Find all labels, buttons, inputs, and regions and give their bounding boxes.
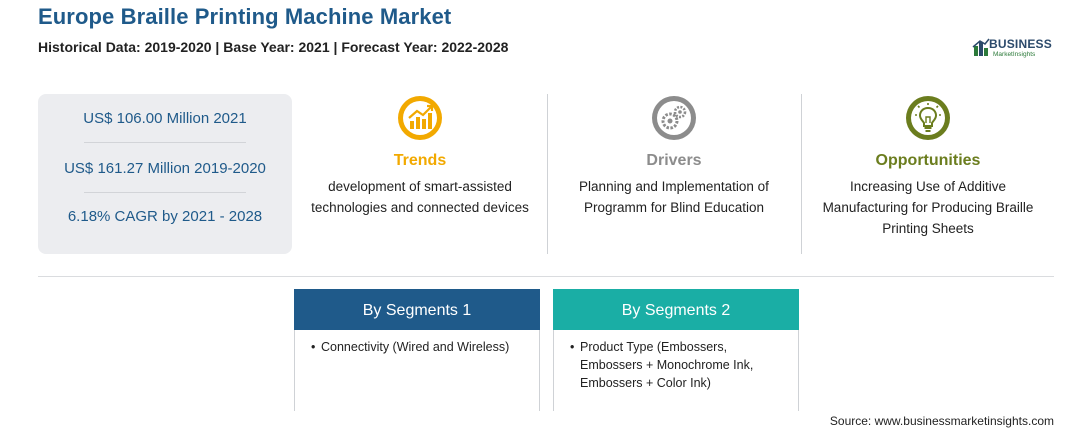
trends-heading: Trends [393, 152, 447, 169]
opportunities-heading: Opportunities [875, 152, 981, 169]
company-logo: BUSINESS MarketInsights [972, 36, 1062, 62]
segment-2-body: Product Type (Embossers, Embossers + Mon… [553, 330, 799, 411]
segment-2-title: By Segments 2 [553, 289, 799, 330]
segment-1-title: By Segments 1 [294, 289, 540, 330]
drivers-description: Planning and Implementation of Programm … [579, 179, 769, 215]
feature-trends: Trends development of smart-assisted tec… [310, 94, 530, 218]
page-subtitle: Historical Data: 2019-2020 | Base Year: … [38, 39, 509, 55]
segment-card-1: By Segments 1 Connectivity (Wired and Wi… [294, 289, 540, 411]
segment-1-body: Connectivity (Wired and Wireless) [294, 330, 540, 411]
segment-1-item: Connectivity (Wired and Wireless) [311, 338, 529, 356]
column-divider [547, 94, 548, 254]
chart-growth-icon [398, 96, 442, 140]
source-credit: Source: www.businessmarketinsights.com [829, 414, 1054, 428]
feature-drivers: Drivers Planning and Implementation of P… [564, 94, 784, 218]
stat-cagr: 6.18% CAGR by 2021 - 2028 [67, 208, 263, 225]
lightbulb-icon [906, 96, 950, 140]
feature-opportunities: Opportunities Increasing Use of Additive… [818, 94, 1038, 239]
trends-description: development of smart-assisted technologi… [311, 179, 529, 215]
stat-divider [84, 192, 246, 193]
logo-mark-icon [972, 38, 990, 56]
stat-market-historical: US$ 161.27 Million 2019-2020 [64, 160, 266, 177]
page-title: Europe Braille Printing Machine Market [38, 4, 452, 29]
stat-divider [84, 142, 246, 143]
drivers-heading: Drivers [646, 152, 702, 169]
opportunities-description: Increasing Use of Additive Manufacturing… [822, 179, 1034, 236]
logo-text: BUSINESS [989, 37, 1052, 51]
column-divider [801, 94, 802, 254]
stats-panel: US$ 106.00 Million 2021 US$ 161.27 Milli… [38, 94, 292, 254]
section-divider [38, 276, 1054, 277]
gears-icon [652, 96, 696, 140]
stat-market-2021: US$ 106.00 Million 2021 [83, 110, 247, 127]
segment-card-2: By Segments 2 Product Type (Embossers, E… [553, 289, 799, 411]
logo-subtext: MarketInsights [993, 51, 1036, 58]
segment-2-item: Product Type (Embossers, Embossers + Mon… [570, 338, 788, 392]
